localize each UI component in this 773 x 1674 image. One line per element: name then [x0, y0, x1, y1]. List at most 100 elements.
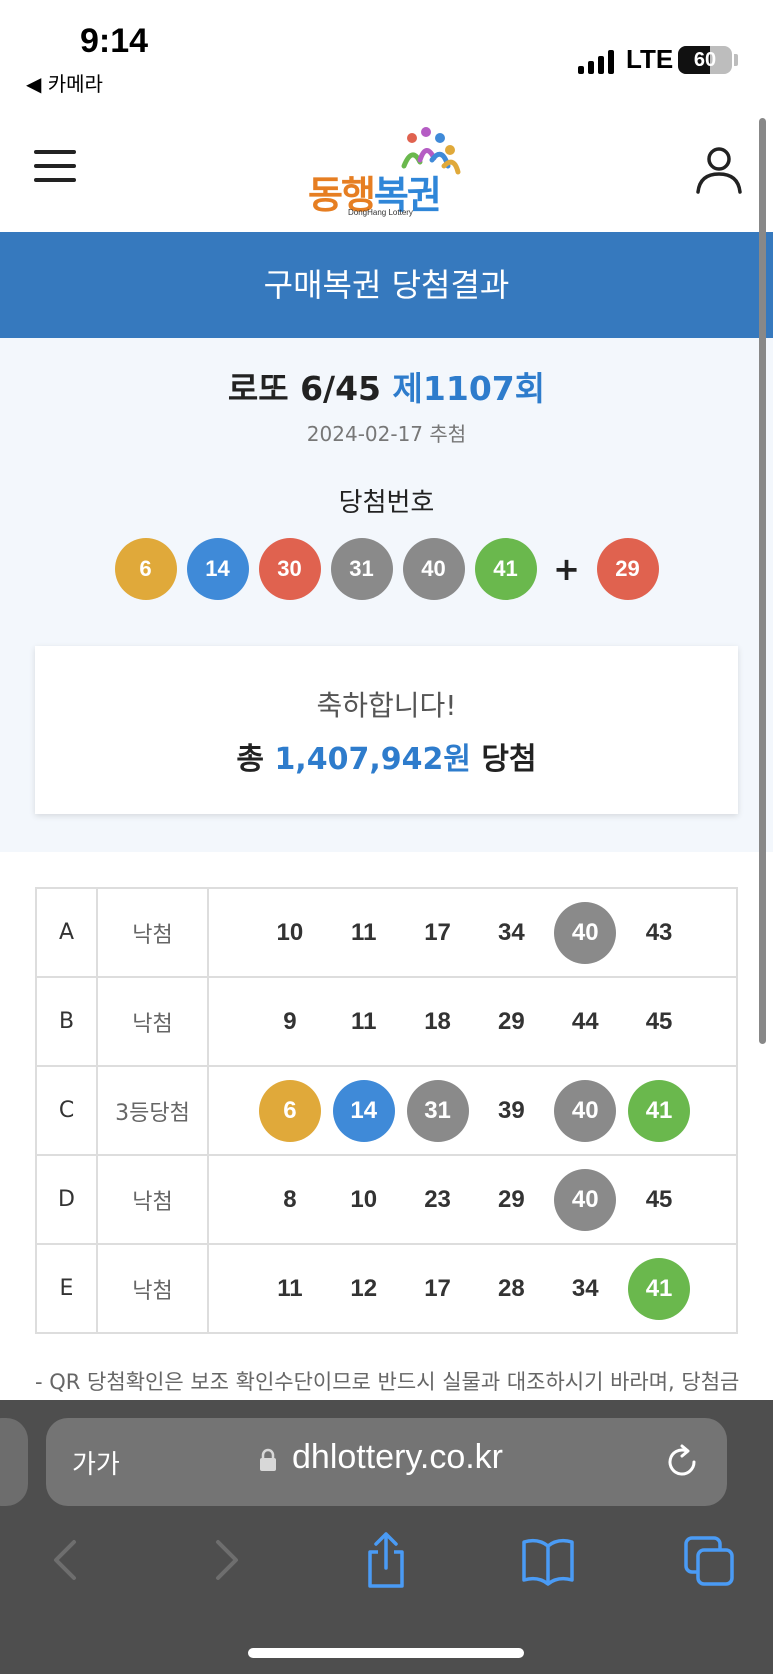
site-header: 동행복권 DongHang Lottery [0, 110, 773, 232]
status-bar: 9:14 ◀ 카메라 LTE 60 [0, 0, 773, 110]
logo-subtitle: DongHang Lottery [348, 208, 413, 217]
battery-tip [734, 54, 738, 66]
ticket-status: 낙첨 [96, 887, 209, 978]
ticket-numbers-cell: 9 11 18 29 44 45 [207, 976, 738, 1067]
ticket-results-table: A 낙첨 10 11 17 34 40 43 B 낙첨 9 11 18 29 44 45 C 3등당첨 6 14 31 3… [35, 887, 738, 1334]
winning-number-ball: 30 [258, 538, 321, 600]
ticket-number: 43 [645, 918, 673, 946]
ticket-number: 28 [498, 1274, 525, 1302]
ticket-number-matched: 31 [406, 1079, 469, 1142]
home-indicator[interactable] [248, 1648, 524, 1658]
lock-icon [260, 1448, 276, 1471]
ticket-row: A 낙첨 10 11 17 34 40 43 [35, 887, 738, 978]
back-icon[interactable] [40, 1530, 96, 1590]
bonus-plus-sign: + [553, 550, 580, 588]
ticket-status: 낙첨 [96, 976, 209, 1067]
ticket-numbers-cell: 10 11 17 34 40 43 [207, 887, 738, 978]
winning-number-ball: 6 [114, 538, 177, 600]
ticket-row: C 3등당첨 6 14 31 39 40 41 [35, 1065, 738, 1156]
ticket-status: 낙첨 [96, 1154, 209, 1245]
ticket-numbers-cell: 11 12 17 28 34 41 [207, 1243, 738, 1334]
signal-icon [578, 50, 614, 74]
ticket-number: 34 [571, 1274, 599, 1302]
ticket-number: 9 [283, 1007, 297, 1035]
ticket-number: 18 [424, 1007, 451, 1035]
battery-percent: 60 [693, 49, 717, 71]
bookmarks-icon[interactable] [520, 1530, 576, 1590]
ticket-number: 23 [424, 1185, 451, 1213]
total-prize: 총 1,407,942원 당첨 [236, 742, 537, 777]
clock: 9:14 [80, 22, 149, 60]
page-title: 구매복권 당첨결과 [263, 266, 510, 304]
ticket-number: 8 [283, 1185, 297, 1213]
winning-number-ball: 14 [186, 538, 249, 600]
tabs-icon[interactable] [682, 1530, 738, 1590]
congrats-message: 축하합니다! [316, 689, 457, 722]
ticket-number: 17 [424, 1274, 451, 1302]
ticket-letter: E [35, 1243, 98, 1334]
ticket-number: 45 [645, 1007, 673, 1035]
network-label: LTE [626, 44, 674, 74]
ticket-number-matched: 41 [628, 1079, 691, 1142]
ticket-number: 17 [424, 918, 451, 946]
site-logo[interactable]: 동행복권 DongHang Lottery [308, 126, 468, 222]
draw-result-section: 로또 6/45 제1107회 2024-02-17 추첨 당첨번호 6 14 30 3… [0, 338, 773, 852]
ticket-numbers-cell: 8 10 23 29 40 45 [207, 1154, 738, 1245]
ticket-numbers-cell: 6 14 31 39 40 41 [207, 1065, 738, 1156]
winning-number-ball: 31 [330, 538, 393, 600]
ticket-number: 10 [276, 918, 304, 946]
page-title-banner: 구매복권 당첨결과 [0, 232, 773, 338]
ticket-number-matched: 40 [554, 901, 617, 964]
draw-date: 2024-02-17 추첨 [306, 422, 467, 446]
ticket-number-matched: 40 [554, 1079, 617, 1142]
congrats-card: 축하합니다! 총 1,407,942원 당첨 [35, 646, 738, 814]
browser-chrome: 가가 dhlottery.co.kr [0, 1400, 773, 1674]
forward-icon[interactable] [196, 1530, 252, 1590]
ticket-number: 10 [350, 1185, 378, 1213]
browser-toolbar [0, 1530, 773, 1600]
ticket-number: 44 [571, 1007, 599, 1035]
draw-title: 로또 6/45 제1107회 [227, 369, 546, 408]
text-size-button[interactable]: 가가 [72, 1444, 120, 1481]
ticket-number: 12 [350, 1274, 378, 1302]
qr-notice: - QR 당첨확인은 보조 확인수단이므로 반드시 실물과 대조하시기 바라며,… [35, 1370, 740, 1394]
ticket-row: B 낙첨 9 11 18 29 44 45 [35, 976, 738, 1067]
ticket-letter: B [35, 976, 98, 1067]
ticket-number: 11 [351, 918, 377, 946]
prize-amount: 1,407,942원 [274, 742, 471, 777]
ticket-number-matched: 41 [628, 1257, 691, 1320]
ticket-letter: D [35, 1154, 98, 1245]
previous-tab-stub[interactable] [0, 1418, 28, 1506]
url-text[interactable]: dhlottery.co.kr [292, 1438, 503, 1477]
ticket-letter: A [35, 887, 98, 978]
user-icon[interactable] [694, 144, 744, 194]
draw-round: 제1107회 [392, 369, 546, 408]
ticket-number-matched: 6 [258, 1079, 321, 1142]
back-to-app-link[interactable]: ◀ 카메라 [26, 68, 103, 97]
ticket-number: 45 [645, 1185, 673, 1213]
ticket-letter: C [35, 1065, 98, 1156]
ticket-status: 3등당첨 [96, 1065, 209, 1156]
winning-numbers: 6 14 30 31 40 41 +29 [0, 538, 773, 600]
ticket-status: 낙첨 [96, 1243, 209, 1334]
winning-number-ball: 41 [474, 538, 537, 600]
page-scrollbar[interactable] [759, 118, 766, 1044]
menu-button[interactable] [34, 148, 78, 184]
winning-number-ball: 40 [402, 538, 465, 600]
reload-icon[interactable] [662, 1442, 702, 1482]
ticket-row: E 낙첨 11 12 17 28 34 41 [35, 1243, 738, 1334]
winning-numbers-label: 당첨번호 [338, 488, 435, 518]
ticket-number: 29 [498, 1185, 525, 1213]
share-icon[interactable] [358, 1530, 414, 1590]
ticket-row: D 낙첨 8 10 23 29 40 45 [35, 1154, 738, 1245]
address-bar[interactable]: 가가 dhlottery.co.kr [46, 1418, 727, 1506]
ticket-number-matched: 40 [554, 1168, 617, 1231]
ticket-number: 34 [498, 918, 525, 946]
battery-icon: 60 [678, 46, 732, 74]
ticket-number: 11 [277, 1274, 303, 1302]
ticket-number: 29 [498, 1007, 525, 1035]
ticket-number-matched: 14 [332, 1079, 395, 1142]
ticket-number: 39 [498, 1096, 525, 1124]
ticket-number: 11 [351, 1007, 377, 1035]
bonus-number-ball: 29 [596, 538, 659, 600]
